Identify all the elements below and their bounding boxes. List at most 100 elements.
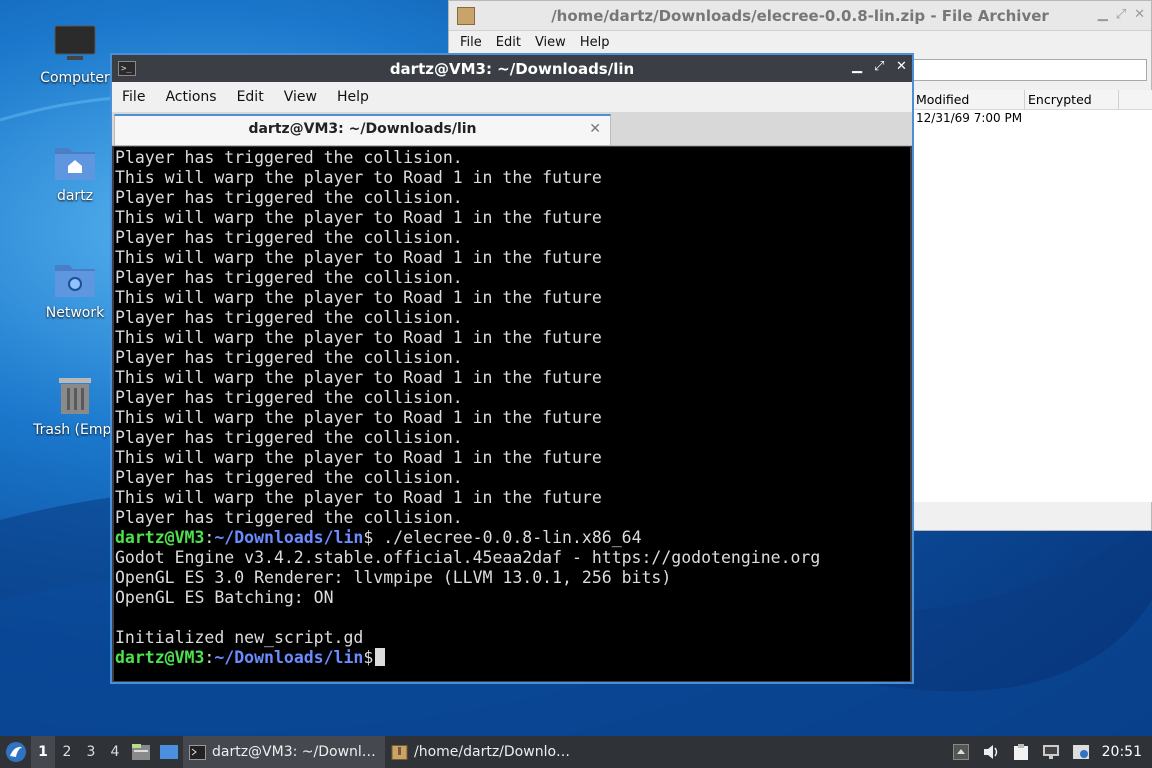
terminal-output-line: This will warp the player to Road 1 in t… bbox=[115, 488, 602, 507]
terminal-output-line: Player has triggered the collision. bbox=[115, 148, 463, 167]
terminal-output-line: Player has triggered the collision. bbox=[115, 428, 463, 447]
command-text: ./elecree-0.0.8-lin.x86_64 bbox=[373, 528, 642, 547]
tray-up-arrow-icon[interactable] bbox=[946, 744, 976, 760]
file-manager-launcher-icon[interactable] bbox=[130, 741, 152, 763]
home-folder-icon bbox=[55, 148, 95, 180]
terminal-output-line: This will warp the player to Road 1 in t… bbox=[115, 408, 602, 427]
task-label: /home/dartz/Downlo… bbox=[414, 744, 571, 760]
workspace-1[interactable]: 1 bbox=[31, 736, 55, 768]
terminal-output-line: This will warp the player to Road 1 in t… bbox=[115, 448, 602, 467]
close-icon[interactable]: ✕ bbox=[1134, 7, 1145, 22]
task-archiver[interactable]: /home/dartz/Downlo… bbox=[385, 736, 587, 768]
prompt-user: dartz@VM3 bbox=[115, 528, 205, 547]
prompt-separator: : bbox=[204, 528, 215, 547]
terminal-icon: >_ bbox=[118, 61, 136, 76]
terminal-output-line: This will warp the player to Road 1 in t… bbox=[115, 248, 602, 267]
terminal-menubar: File Actions Edit View Help bbox=[112, 82, 912, 112]
maximize-icon[interactable]: ⤢ bbox=[1116, 7, 1126, 22]
prompt-path: ~/Downloads/lin bbox=[214, 528, 364, 547]
terminal-menu-file[interactable]: File bbox=[112, 89, 155, 105]
terminal-title: dartz@VM3: ~/Downloads/lin bbox=[389, 59, 635, 78]
terminal-tab[interactable]: dartz@VM3: ~/Downloads/lin ✕ bbox=[114, 114, 611, 145]
terminal-menu-help[interactable]: Help bbox=[327, 89, 379, 105]
archive-icon bbox=[457, 6, 475, 25]
terminal-output-line: This will warp the player to Road 1 in t… bbox=[115, 328, 602, 347]
network-status-icon[interactable] bbox=[1036, 744, 1066, 760]
terminal-menu-edit[interactable]: Edit bbox=[227, 89, 274, 105]
terminal-output-line: OpenGL ES Batching: ON bbox=[115, 588, 334, 607]
minimize-icon[interactable]: ▁ bbox=[1098, 7, 1108, 22]
cell-modified: 12/31/69 7:00 PM bbox=[916, 111, 1023, 125]
prompt-dollar: $ bbox=[363, 528, 374, 547]
prompt-separator: : bbox=[204, 648, 215, 667]
terminal-command-line: dartz@VM3:~/Downloads/lin$ ./elecree-0.0… bbox=[115, 528, 910, 548]
archiver-menubar: File Edit View Help bbox=[449, 31, 1151, 53]
terminal-output-line: Player has triggered the collision. bbox=[115, 308, 463, 327]
archiver-location-input[interactable] bbox=[911, 59, 1147, 81]
terminal-output-line: Godot Engine v3.4.2.stable.official.45ea… bbox=[115, 548, 821, 567]
trash-icon bbox=[59, 378, 91, 414]
archiver-file-list[interactable]: Modified Encrypted 12/31/69 7:00 PM bbox=[913, 90, 1152, 502]
terminal-output-line: This will warp the player to Road 1 in t… bbox=[115, 168, 602, 187]
task-label: dartz@VM3: ~/Downl… bbox=[212, 744, 376, 760]
column-header-encrypted[interactable]: Encrypted bbox=[1025, 90, 1119, 109]
desktop-icon-label: Trash (Empt bbox=[33, 422, 117, 438]
prompt-path: ~/Downloads/lin bbox=[214, 648, 364, 667]
terminal-output-line: OpenGL ES 3.0 Renderer: llvmpipe (LLVM 1… bbox=[115, 568, 672, 587]
archiver-title: /home/dartz/Downloads/elecree-0.0.8-lin.… bbox=[551, 6, 1049, 25]
terminal-output-line: This will warp the player to Road 1 in t… bbox=[115, 208, 602, 227]
desktop-icon-label: Network bbox=[45, 305, 105, 321]
prompt-dollar: $ bbox=[363, 648, 374, 667]
terminal-menu-actions[interactable]: Actions bbox=[155, 89, 226, 105]
terminal-output-line: Player has triggered the collision. bbox=[115, 468, 463, 487]
volume-icon[interactable] bbox=[976, 744, 1006, 760]
maximize-icon[interactable]: ⤢ bbox=[874, 59, 884, 74]
terminal-tabbar: dartz@VM3: ~/Downloads/lin ✕ bbox=[112, 112, 912, 146]
clock[interactable]: 20:51 bbox=[1096, 744, 1152, 760]
terminal-output-line: Player has triggered the collision. bbox=[115, 388, 463, 407]
workspace-2[interactable]: 2 bbox=[55, 736, 79, 768]
updates-icon[interactable] bbox=[1066, 744, 1096, 760]
terminal-output-line: Player has triggered the collision. bbox=[115, 268, 463, 287]
prompt-user: dartz@VM3 bbox=[115, 648, 205, 667]
lubuntu-logo-icon bbox=[6, 742, 26, 762]
table-row[interactable]: 12/31/69 7:00 PM bbox=[913, 110, 1152, 127]
tab-close-icon[interactable]: ✕ bbox=[589, 116, 601, 143]
task-terminal[interactable]: dartz@VM3: ~/Downl… bbox=[183, 736, 385, 768]
terminal-icon bbox=[189, 744, 206, 760]
show-desktop-icon[interactable] bbox=[158, 741, 180, 763]
system-tray: 20:51 bbox=[946, 736, 1152, 768]
desktop-icon-label: Computer bbox=[40, 70, 110, 86]
start-menu-button[interactable] bbox=[1, 737, 31, 767]
terminal-menu-view[interactable]: View bbox=[274, 89, 327, 105]
text-cursor bbox=[375, 648, 386, 666]
tab-label: dartz@VM3: ~/Downloads/lin bbox=[248, 121, 477, 137]
terminal-output-line: This will warp the player to Road 1 in t… bbox=[115, 288, 602, 307]
archiver-menu-edit[interactable]: Edit bbox=[496, 35, 521, 50]
terminal-output-line: Player has triggered the collision. bbox=[115, 508, 463, 527]
terminal-active-prompt[interactable]: dartz@VM3:~/Downloads/lin$ bbox=[115, 648, 910, 668]
column-header-modified[interactable]: Modified bbox=[913, 90, 1025, 109]
workspace-4[interactable]: 4 bbox=[103, 736, 127, 768]
minimize-icon[interactable]: ▁ bbox=[852, 59, 862, 74]
table-header: Modified Encrypted bbox=[913, 90, 1152, 110]
terminal-titlebar[interactable]: >_ dartz@VM3: ~/Downloads/lin ▁ ⤢ ✕ bbox=[112, 55, 912, 82]
archiver-menu-file[interactable]: File bbox=[460, 35, 482, 50]
archive-icon bbox=[391, 744, 408, 760]
terminal-window[interactable]: >_ dartz@VM3: ~/Downloads/lin ▁ ⤢ ✕ File… bbox=[110, 53, 914, 684]
terminal-output[interactable]: Player has triggered the collision. This … bbox=[114, 147, 910, 681]
archiver-menu-view[interactable]: View bbox=[535, 35, 566, 50]
network-folder-icon bbox=[55, 265, 95, 297]
terminal-output-line: This will warp the player to Road 1 in t… bbox=[115, 368, 602, 387]
terminal-output-line: Player has triggered the collision. bbox=[115, 348, 463, 367]
terminal-output-line: Initialized new_script.gd bbox=[115, 628, 364, 647]
workspace-3[interactable]: 3 bbox=[79, 736, 103, 768]
desktop-icon-label: dartz bbox=[56, 188, 94, 204]
archiver-menu-help[interactable]: Help bbox=[580, 35, 610, 50]
cell-encrypted bbox=[1025, 110, 1119, 127]
close-icon[interactable]: ✕ bbox=[896, 59, 907, 74]
clipboard-icon[interactable] bbox=[1006, 743, 1036, 761]
terminal-output-line: Player has triggered the collision. bbox=[115, 228, 463, 247]
archiver-titlebar[interactable]: /home/dartz/Downloads/elecree-0.0.8-lin.… bbox=[449, 1, 1151, 31]
